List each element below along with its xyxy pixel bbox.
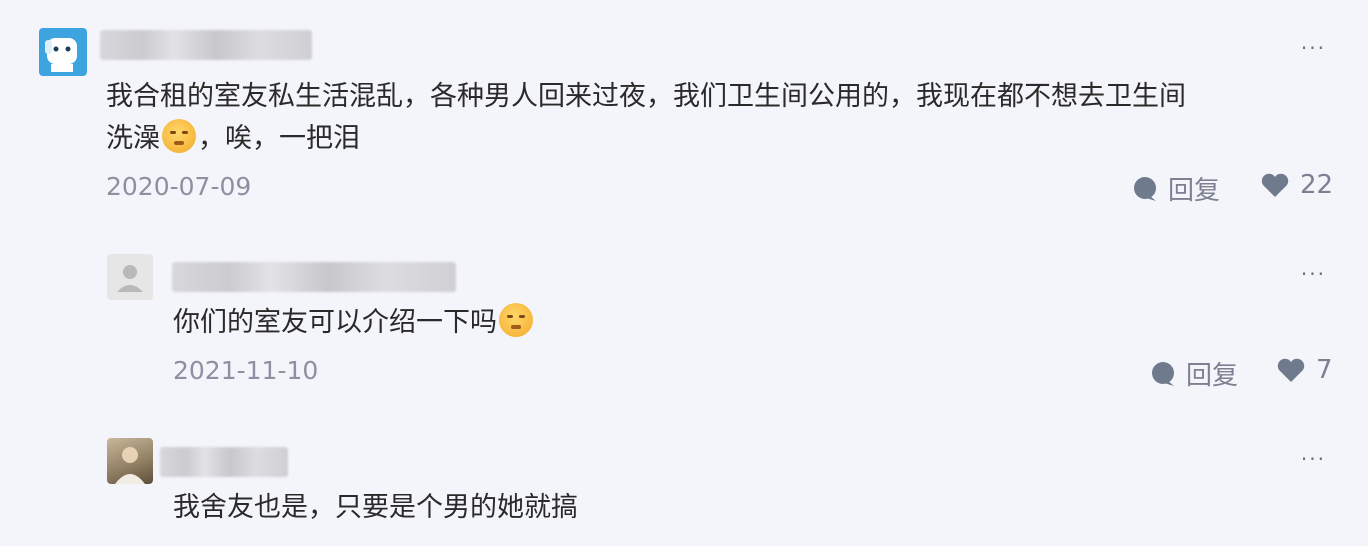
more-options-icon[interactable]: ··· [1301,36,1326,60]
avatar[interactable] [107,438,153,484]
comment-3: ··· 我舍友也是，只要是个男的她就搞 [0,425,1368,546]
heart-icon [1277,358,1305,382]
default-user-icon [117,265,143,292]
thinking-face-emoji-icon [499,303,533,337]
like-button[interactable]: 22 [1260,170,1333,200]
cartoon-dog-icon [45,38,77,72]
comment-text: 你们的室友可以介绍一下吗 [173,302,535,344]
username-blurred[interactable] [172,262,456,292]
username-blurred[interactable] [100,30,312,60]
user-photo-icon [115,447,145,484]
reply-button[interactable]: 回复 [1132,170,1220,207]
shy-face-emoji-icon [162,119,196,153]
heart-icon [1261,173,1289,197]
comment-text: 我合租的室友私生活混乱，各种男人回来过夜，我们卫生间公用的，我现在都不想去卫生间… [106,76,1326,160]
username-blurred[interactable] [160,447,288,477]
comment-text-line2a: 洗澡 [106,123,160,154]
more-options-icon[interactable]: ··· [1301,447,1326,471]
comment-2: ··· 你们的室友可以介绍一下吗 2021-11-10 回复 7 [0,240,1368,410]
comment-1: ··· 我合租的室友私生活混乱，各种男人回来过夜，我们卫生间公用的，我现在都不想… [0,0,1368,220]
speech-bubble-icon [1134,176,1156,201]
comment-date: 2020-07-09 [106,172,252,201]
avatar[interactable] [39,28,87,76]
comment-text-line2b: ，唉，一把泪 [198,123,360,154]
reply-label: 回复 [1186,361,1239,391]
avatar[interactable] [107,254,153,300]
more-options-icon[interactable]: ··· [1301,262,1326,286]
reply-label: 回复 [1168,176,1221,206]
comment-text-line1: 我合租的室友私生活混乱，各种男人回来过夜，我们卫生间公用的，我现在都不想去卫生间 [106,81,1186,112]
like-count: 22 [1300,170,1334,200]
comment-date: 2021-11-10 [173,356,319,385]
like-count: 7 [1316,355,1333,385]
reply-button[interactable]: 回复 [1150,355,1238,392]
speech-bubble-icon [1152,361,1174,386]
like-button[interactable]: 7 [1276,355,1333,385]
comment-text-main: 你们的室友可以介绍一下吗 [173,307,497,338]
comment-text: 我舍友也是，只要是个男的她就搞 [173,492,578,523]
